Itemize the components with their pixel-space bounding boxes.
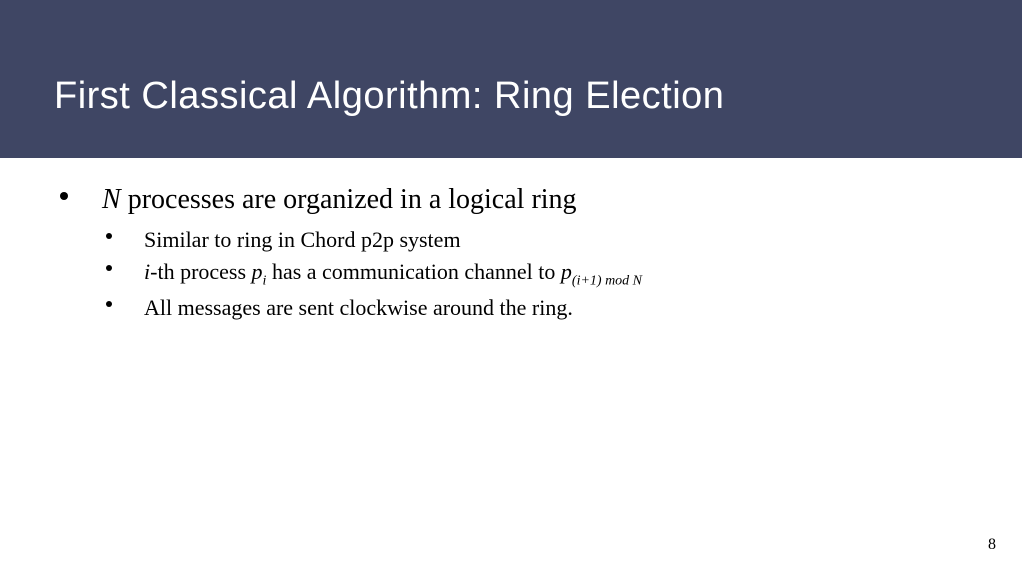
bullet-icon — [60, 192, 68, 200]
outer-text-ital: N — [102, 184, 121, 215]
outer-list: N processes are organized in a logical r… — [60, 182, 1022, 323]
inner-bullet-item: i-th process pi has a communication chan… — [106, 257, 1022, 291]
outer-text-rest: processes are organized in a logical rin… — [121, 184, 577, 215]
text-part: -th process — [150, 259, 251, 284]
text-part: (i+1) mod N — [572, 273, 642, 288]
text-part: has a communication channel to — [266, 259, 560, 284]
inner-list: Similar to ring in Chord p2p system i-th … — [102, 225, 1022, 323]
bullet-icon — [106, 233, 112, 239]
bullet-icon — [106, 301, 112, 307]
inner-text: All messages are sent clockwise around t… — [144, 293, 1022, 323]
header-band: First Classical Algorithm: Ring Election — [0, 0, 1022, 158]
text-part: p — [252, 259, 263, 284]
text-part: Similar to ring in Chord p2p system — [144, 227, 461, 252]
content-area: N processes are organized in a logical r… — [0, 158, 1022, 323]
outer-bullet-item: N processes are organized in a logical r… — [60, 182, 1022, 323]
bullet-icon — [106, 265, 112, 271]
inner-text: Similar to ring in Chord p2p system — [144, 225, 1022, 255]
text-part: p — [561, 259, 572, 284]
text-part: All messages are sent clockwise around t… — [144, 295, 573, 320]
slide-title: First Classical Algorithm: Ring Election — [54, 75, 1022, 118]
outer-text: N processes are organized in a logical r… — [102, 182, 622, 217]
inner-bullet-item: All messages are sent clockwise around t… — [106, 293, 1022, 323]
inner-text: i-th process pi has a communication chan… — [144, 257, 1022, 291]
inner-bullet-item: Similar to ring in Chord p2p system — [106, 225, 1022, 255]
page-number: 8 — [988, 536, 996, 554]
